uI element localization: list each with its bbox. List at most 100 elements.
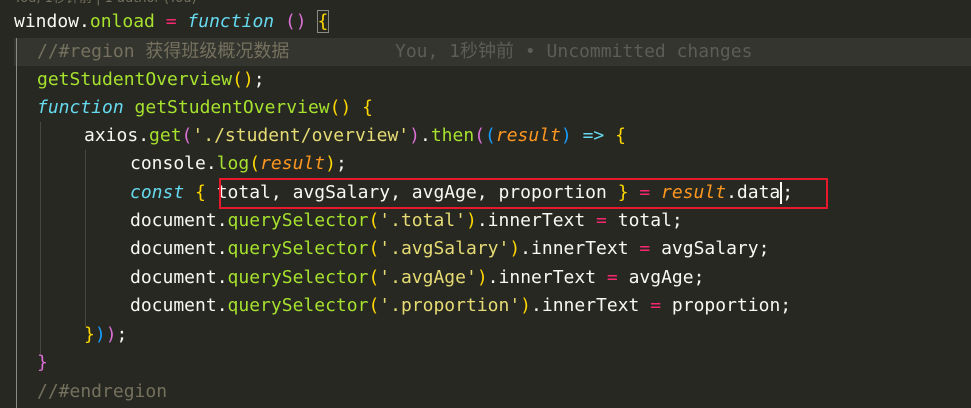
- token-dot: .: [487, 267, 499, 288]
- token-onload: onload: [89, 11, 155, 32]
- token-assign: =: [639, 295, 672, 316]
- token-assign: =: [585, 210, 618, 231]
- token-parens: (): [329, 97, 352, 118]
- token-document: document: [130, 238, 217, 259]
- token-document: document: [130, 267, 217, 288]
- code-line[interactable]: console.log(result);: [130, 150, 347, 178]
- token-paren: ): [242, 69, 254, 90]
- token-dot: .: [216, 238, 228, 259]
- token-brace-open: {: [362, 97, 373, 118]
- token-brace-open: {: [195, 182, 206, 203]
- code-line[interactable]: document.querySelector('.total').innerTe…: [130, 207, 683, 235]
- token-selector-string: '.avgAge': [379, 267, 477, 288]
- token-dot: .: [138, 125, 150, 146]
- code-line[interactable]: window.onload = function () {: [14, 8, 330, 36]
- token-dot: .: [216, 295, 228, 316]
- token-paren: (: [181, 125, 193, 146]
- token-get: get: [149, 125, 182, 146]
- token-param-result: result: [260, 153, 326, 174]
- code-line[interactable]: getStudentOverview();: [37, 66, 265, 94]
- token-dot: .: [476, 210, 488, 231]
- token-value: proportion: [671, 295, 781, 316]
- token-paren: ): [105, 324, 117, 345]
- token-assign: =: [596, 267, 629, 288]
- code-line[interactable]: }: [37, 349, 48, 377]
- git-blame-annotation: You, 1秒钟前 • Uncommitted changes: [395, 41, 753, 62]
- code-line[interactable]: document.querySelector('.proportion').in…: [130, 292, 791, 320]
- token-endregion-comment: //#endregion: [37, 381, 168, 402]
- token-semicolon: ;: [671, 210, 683, 231]
- token-paren: (: [368, 238, 380, 259]
- token-selector-string: '.proportion': [379, 295, 521, 316]
- token-paren: ): [94, 324, 106, 345]
- token-paren: ): [509, 238, 521, 259]
- token-dot: .: [216, 210, 228, 231]
- token-semicolon: ;: [253, 69, 265, 90]
- token-paren: (: [474, 125, 486, 146]
- indent-guide: [85, 150, 86, 326]
- code-line[interactable]: axios.get('./student/overview').then((re…: [84, 122, 626, 150]
- token-console: console: [130, 153, 206, 174]
- token-paren: ): [520, 295, 532, 316]
- token-brace-close: }: [37, 352, 48, 373]
- token-const-keyword: const: [130, 182, 185, 203]
- token-innertext: innerText: [531, 238, 629, 259]
- token-function-keyword: function: [187, 11, 275, 32]
- token-dot: .: [419, 125, 431, 146]
- token-dot: .: [216, 267, 228, 288]
- code-line[interactable]: }));: [84, 321, 127, 349]
- token-innertext: innerText: [487, 210, 586, 231]
- token-dot: .: [520, 238, 532, 259]
- token-semicolon: ;: [335, 153, 347, 174]
- token-document: document: [130, 210, 217, 231]
- token-call-name: getStudentOverview: [37, 69, 233, 90]
- highlight-annotation-box: [219, 178, 828, 209]
- token-semicolon: ;: [780, 295, 792, 316]
- token-brace-open: {: [316, 10, 330, 33]
- token-log: log: [216, 153, 250, 174]
- code-line[interactable]: document.querySelector('.avgAge').innerT…: [130, 264, 704, 292]
- token-dot: .: [205, 153, 217, 174]
- token-assign: =: [154, 11, 188, 32]
- token-axios: axios: [84, 125, 139, 146]
- token-window: window: [14, 11, 80, 32]
- token-parens: (): [284, 11, 307, 32]
- token-innertext: innerText: [541, 295, 640, 316]
- token-param-result: result: [495, 125, 561, 146]
- token-paren: ): [476, 267, 488, 288]
- token-paren: (: [368, 210, 380, 231]
- token-paren: (: [232, 69, 243, 90]
- token-queryselector: querySelector: [227, 210, 369, 231]
- token-queryselector: querySelector: [227, 238, 369, 259]
- token-paren: ): [560, 125, 572, 146]
- token-innertext: innerText: [498, 267, 597, 288]
- code-line[interactable]: //#region 获得班级概况数据: [37, 38, 289, 66]
- token-value: total: [617, 210, 672, 231]
- token-then: then: [430, 125, 475, 146]
- token-brace-open: {: [615, 125, 626, 146]
- token-dot: .: [531, 295, 542, 316]
- token-arrow: =>: [571, 125, 616, 146]
- codelens-author-info[interactable]: You, 1秒钟前 | 1 author (You): [14, 0, 197, 8]
- token-paren: (: [485, 125, 496, 146]
- token-semicolon: ;: [693, 267, 705, 288]
- token-region-comment: //#region: [37, 41, 146, 62]
- token-selector-string: '.avgSalary': [379, 238, 510, 259]
- token-brace-close: }: [84, 324, 95, 345]
- code-line[interactable]: document.querySelector('.avgSalary').inn…: [130, 235, 769, 263]
- token-assign: =: [628, 238, 662, 259]
- token-paren: (: [368, 267, 380, 288]
- code-line[interactable]: function getStudentOverview() {: [37, 94, 373, 122]
- token-paren: ): [409, 125, 420, 146]
- token-paren: ): [465, 210, 477, 231]
- token-paren: (: [368, 295, 380, 316]
- token-paren: ): [325, 153, 336, 174]
- token-value: avgSalary: [661, 238, 759, 259]
- code-editor[interactable]: You, 1秒钟前 | 1 author (You) window.onload…: [0, 0, 971, 408]
- code-line[interactable]: //#endregion: [37, 378, 167, 406]
- token-queryselector: querySelector: [227, 267, 369, 288]
